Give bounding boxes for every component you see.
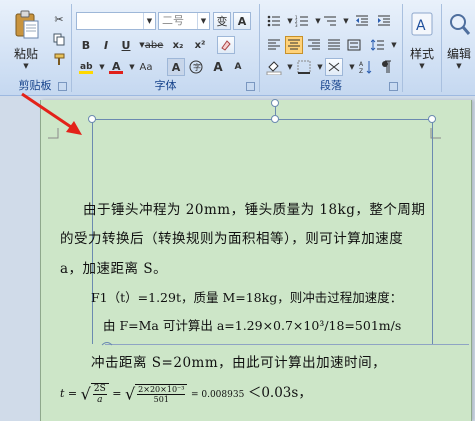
formula-sqrt-1: 2S a [90,383,109,405]
editing-button[interactable]: 编辑 ▼ [443,10,475,70]
resize-handle[interactable] [88,115,96,123]
separator [259,4,260,92]
char-shading-button[interactable]: A [167,58,185,76]
justify-icon[interactable] [325,36,343,54]
chevron-down-icon[interactable]: ▼ [197,13,209,29]
align-center-icon[interactable] [285,36,303,54]
editing-label: 编辑 [446,47,471,61]
svg-text:3: 3 [295,23,298,27]
sort-icon[interactable]: AZ [357,58,375,76]
styles-label: 样式 [409,47,434,61]
svg-text:Z: Z [359,68,363,74]
copy-icon[interactable] [50,30,68,48]
bold-button[interactable]: B [77,36,95,54]
paste-dropdown-icon[interactable]: ▼ [6,62,46,70]
font-group: ▼ 二号 ▼ 变 A B I U ▼ abe x₂ x² ab ▼ A ▼ Aa… [73,0,258,95]
crop-mark-icon [430,128,441,139]
editing-group: 编辑 ▼ [443,0,475,95]
distributed-icon[interactable] [345,36,363,54]
doc-paragraph-line[interactable]: 由于锤头冲程为 20mm，锤头质量为 18kg，整个周期 [83,198,425,218]
strikethrough-button[interactable]: abe [145,36,164,54]
svg-text:A: A [416,18,426,34]
decrease-indent-icon[interactable] [353,12,371,30]
phonetic-guide-button[interactable]: 变 [213,12,231,30]
paragraph-launcher-icon[interactable] [389,82,398,91]
resize-handle[interactable] [271,115,279,123]
doc-paragraph-line[interactable]: 冲击距离 S=20mm，由此可计算出加速时间， [91,351,386,371]
formula-comparison: ＜0.03s， [247,385,312,401]
chevron-down-icon[interactable]: ▼ [402,62,442,70]
formula-den-1: a [97,395,103,405]
phonetic-guide-label: 变 [216,15,228,28]
sqrt-icon: √ [124,384,136,404]
anchor-icon [101,342,113,346]
shrink-font-button[interactable]: A [229,58,247,76]
ribbon: 粘贴 ▼ ✂ 剪贴板 ▼ 二号 ▼ 变 A B I U ▼ abe x₂ x² … [0,0,475,96]
resize-handle[interactable] [428,115,436,123]
clear-formatting-icon[interactable] [217,36,235,54]
char-border-button[interactable]: A [233,12,251,30]
paragraph-group-label: 段落 [320,79,342,92]
formula-num-1: 2S [92,384,107,395]
formula-den-2: 501 [153,395,169,404]
separator [441,4,442,92]
paragraph-group: ▼ 123 ▼ ▼ ▼ ▼ ▼ ▼ A Z 段落 [261,0,401,95]
acceleration-time-formula[interactable]: t = √ 2S a = √ 2×20×10⁻³ 501 = 0.008935 … [60,381,312,405]
chevron-down-icon[interactable]: ▼ [385,36,403,54]
document-page[interactable]: 由于锤头冲程为 20mm，锤头质量为 18kg，整个周期 的受力转换后（转换规则… [40,99,472,421]
formula-sqrt-2: 2×20×10⁻³ 501 [135,384,188,404]
canvas-frame-bottom [105,344,469,345]
subscript-button[interactable]: x₂ [169,36,187,54]
formula-num-2: 2×20×10⁻³ [137,385,186,395]
formula-result: = 0.008935 [190,390,245,400]
doc-paragraph-line[interactable]: 的受力转换后（转换规则为面积相等），则可计算加速度 [60,227,403,247]
increase-indent-icon[interactable] [375,12,393,30]
align-right-icon[interactable] [305,36,323,54]
clipboard-launcher-icon[interactable] [58,82,67,91]
font-size-value: 二号 [162,14,184,27]
show-paragraph-marks-icon[interactable] [377,58,395,76]
svg-text:字: 字 [193,62,201,72]
change-case-button[interactable]: Aa [137,58,155,76]
styles-icon: A [411,12,433,36]
font-group-label: 字体 [154,79,177,92]
canvas-frame-top [92,119,432,120]
align-left-icon[interactable] [265,36,283,54]
superscript-button[interactable]: x² [191,36,209,54]
styles-group: A 样式 ▼ [404,0,440,95]
format-painter-icon[interactable] [50,50,68,68]
doc-paragraph-line[interactable]: F1（t）=1.29t，质量 M=18kg，则冲击过程加速度： [91,287,402,306]
separator [71,4,72,92]
rotate-handle[interactable] [271,99,279,107]
font-size-combo[interactable]: 二号 ▼ [158,12,210,30]
chinese-layout-icon[interactable] [325,58,343,76]
svg-text:ab: ab [80,62,93,72]
cut-icon[interactable]: ✂ [50,10,68,28]
paste-button[interactable]: 粘贴 ▼ [6,10,46,70]
font-name-combo[interactable]: ▼ [76,12,156,30]
doc-paragraph-line[interactable]: 由 F=Ma 可计算出 a=1.29×0.7×10³/18=501m/s [103,315,401,334]
canvas-frame-right [432,119,433,344]
font-launcher-icon[interactable] [246,82,255,91]
clipboard-group: 粘贴 ▼ ✂ 剪贴板 [0,0,70,95]
grow-font-button[interactable]: A [209,58,227,76]
italic-button[interactable]: I [97,36,115,54]
sqrt-icon: √ [80,384,91,404]
chevron-down-icon[interactable]: ▼ [143,13,155,29]
paste-icon [15,10,39,39]
enclose-char-icon[interactable]: 字 [187,58,205,76]
find-icon [450,14,471,35]
doc-paragraph-line[interactable]: a，加速距离 S。 [60,257,167,277]
formula-lhs: t = [60,387,78,400]
chevron-down-icon[interactable]: ▼ [443,62,475,70]
svg-text:A: A [359,61,364,68]
paste-label: 粘贴 [13,47,38,61]
crop-mark-icon [48,128,59,139]
formula-equals: = [112,387,122,400]
styles-button[interactable]: A 样式 ▼ [402,10,442,70]
